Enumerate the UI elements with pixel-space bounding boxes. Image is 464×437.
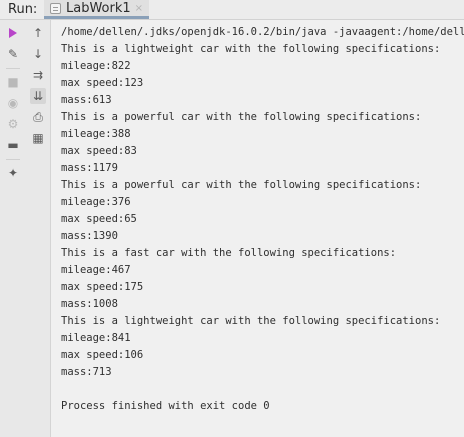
console-output[interactable]: /home/dellen/.jdks/openjdk-16.0.2/bin/ja… — [51, 20, 464, 437]
console-line: mileage:467 — [61, 264, 131, 276]
console-line: mass:1390 — [61, 230, 118, 242]
tab-labwork1[interactable]: LabWork1 × — [44, 0, 150, 19]
rerun-icon[interactable] — [5, 25, 21, 41]
right-toolbar: ↑ ↓ ⇉ ⇊ ⎙ ▦ — [27, 20, 49, 437]
console-line: This is a lightweight car with the follo… — [61, 43, 441, 55]
console-line: Process finished with exit code 0 — [61, 400, 270, 412]
scroll-up-icon[interactable]: ↑ — [30, 25, 46, 41]
console-line: mileage:841 — [61, 332, 131, 344]
console-line: /home/dellen/.jdks/openjdk-16.0.2/bin/ja… — [61, 26, 464, 38]
run-tab-bar: Run: LabWork1 × — [0, 0, 464, 20]
console-line: mass:713 — [61, 366, 112, 378]
console-line: mileage:822 — [61, 60, 131, 72]
scroll-down-icon[interactable]: ↓ — [30, 46, 46, 62]
console-line: mileage:388 — [61, 128, 131, 140]
scroll-to-end-icon[interactable]: ⇊ — [30, 88, 46, 104]
console-line: This is a powerful car with the followin… — [61, 179, 422, 191]
settings-icon[interactable]: ⚙ — [5, 116, 21, 132]
console-line: This is a powerful car with the followin… — [61, 111, 422, 123]
soft-wrap-icon[interactable]: ⇉ — [30, 67, 46, 83]
toolbar-separator — [6, 159, 20, 160]
console-line: mass:613 — [61, 94, 112, 106]
console-line: max speed:175 — [61, 281, 144, 293]
console-line: max speed:65 — [61, 213, 137, 225]
print-icon[interactable]: ⎙ — [30, 109, 46, 125]
left-toolbar: ✎ ■ ◉ ⚙ ▬ ✦ — [2, 20, 24, 437]
camera-icon[interactable]: ◉ — [5, 95, 21, 111]
console-line: mileage:376 — [61, 196, 131, 208]
layout-icon[interactable]: ▬ — [5, 137, 21, 153]
wrench-icon[interactable]: ✎ — [5, 46, 21, 62]
console-line: This is a lightweight car with the follo… — [61, 315, 441, 327]
console-line: max speed:83 — [61, 145, 137, 157]
console-lines: /home/dellen/.jdks/openjdk-16.0.2/bin/ja… — [51, 20, 464, 415]
trash-icon[interactable]: ▦ — [30, 130, 46, 146]
console-line: mass:1179 — [61, 162, 118, 174]
pin-icon[interactable]: ✦ — [5, 165, 21, 181]
toolbar-separator — [6, 68, 20, 69]
play-icon — [9, 28, 17, 38]
console-line: This is a fast car with the following sp… — [61, 247, 397, 259]
stop-icon[interactable]: ■ — [5, 74, 21, 90]
console-line: mass:1008 — [61, 298, 118, 310]
console-tab-icon — [50, 2, 61, 14]
tab-title: LabWork1 — [66, 0, 131, 16]
console-line: max speed:106 — [61, 349, 144, 361]
close-tab-icon[interactable]: × — [135, 3, 143, 14]
console-line: max speed:123 — [61, 77, 144, 89]
run-label: Run: — [8, 2, 38, 17]
